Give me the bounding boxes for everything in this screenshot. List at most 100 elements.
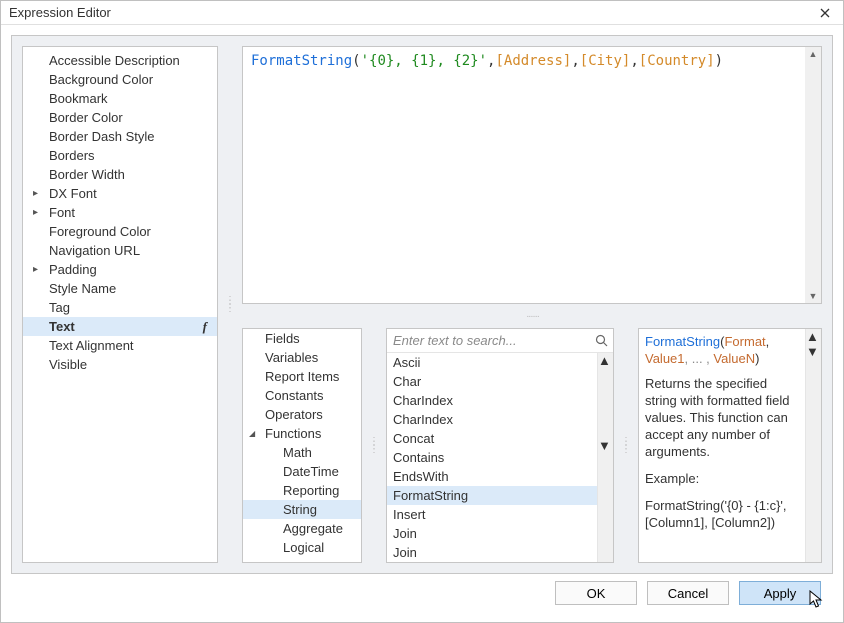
category-item[interactable]: Logical [243,538,361,557]
category-label: Constants [265,388,324,403]
category-item[interactable]: Fields [243,329,361,348]
scroll-up-icon[interactable]: ▲ [806,329,821,344]
window-title: Expression Editor [9,5,815,20]
scroll-up-icon[interactable]: ▲ [805,47,821,61]
function-label: Insert [393,505,426,524]
category-label: Aggregate [283,521,343,536]
function-item[interactable]: Concat [387,429,597,448]
function-item[interactable]: Contains [387,448,597,467]
button-bar: OK Cancel Apply [11,574,833,612]
property-label: Visible [49,355,87,374]
property-item[interactable]: Tag [23,298,217,317]
property-label: Navigation URL [49,241,140,260]
splitter-vertical[interactable]: ⋮⋮⋮ [370,328,378,563]
function-item[interactable]: Ascii [387,353,597,372]
search-row [387,329,613,353]
function-item[interactable]: CharIndex [387,410,597,429]
property-label: Tag [49,298,70,317]
example-label: Example: [645,470,799,487]
description-body: FormatString(Format, Value1, ... , Value… [639,329,805,562]
ok-button[interactable]: OK [555,581,637,605]
property-item[interactable]: ▸DX Font [23,184,217,203]
category-item[interactable]: Report Items [243,367,361,386]
property-label: Border Color [49,108,123,127]
close-button[interactable] [815,3,835,23]
property-item[interactable]: Background Color [23,70,217,89]
property-item[interactable]: Style Name [23,279,217,298]
properties-panel[interactable]: Accessible DescriptionBackground ColorBo… [22,46,218,563]
function-label: Ascii [393,353,420,372]
scroll-thumb[interactable] [598,368,613,438]
category-label: Functions [265,426,321,441]
function-item[interactable]: EndsWith [387,467,597,486]
category-item[interactable]: Aggregate [243,519,361,538]
description-scrollbar[interactable]: ▲ ▼ [805,329,821,562]
functions-scrollbar[interactable]: ▲ ▼ [597,353,613,562]
function-item[interactable]: CharIndex [387,391,597,410]
property-label: Text Alignment [49,336,134,355]
property-item[interactable]: Border Color [23,108,217,127]
chevron-down-icon[interactable]: ◢ [249,424,255,443]
function-item[interactable]: Insert [387,505,597,524]
function-label: Contains [393,448,444,467]
category-label: Report Items [265,369,339,384]
search-button[interactable] [593,333,609,349]
category-item[interactable]: Operators [243,405,361,424]
property-item[interactable]: Text Alignment [23,336,217,355]
function-item[interactable]: Join [387,543,597,562]
property-item[interactable]: Border Dash Style [23,127,217,146]
property-label: Accessible Description [49,51,180,70]
cancel-button[interactable]: Cancel [647,581,729,605]
property-item[interactable]: Border Width [23,165,217,184]
description-panel: FormatString(Format, Value1, ... , Value… [638,328,822,563]
search-icon [595,334,608,347]
apply-button[interactable]: Apply [739,581,821,605]
property-item[interactable]: Bookmark [23,89,217,108]
scroll-down-icon[interactable]: ▼ [598,438,613,453]
search-input[interactable] [391,332,593,349]
function-item[interactable]: Char [387,372,597,391]
function-item[interactable]: FormatString [387,486,597,505]
category-label: Reporting [283,483,339,498]
function-label: Join [393,543,417,562]
property-item[interactable]: Foreground Color [23,222,217,241]
bottom-row: Fields Variables Report Items Constants Oper… [242,328,822,563]
categories-list[interactable]: Fields Variables Report Items Constants Oper… [243,329,361,562]
property-label: Font [49,203,75,222]
function-label: Char [393,372,421,391]
property-label: Borders [49,146,95,165]
chevron-right-icon[interactable]: ▸ [33,184,38,203]
property-item[interactable]: ▸ Font [23,203,217,222]
function-label: FormatString [393,486,468,505]
category-label: Variables [265,350,318,365]
category-item[interactable]: DateTime [243,462,361,481]
scroll-down-icon[interactable]: ▼ [805,289,821,303]
category-item[interactable]: String [243,500,361,519]
function-label: Join [393,524,417,543]
chevron-right-icon[interactable]: ▸ [33,203,38,222]
property-item[interactable]: Navigation URL [23,241,217,260]
property-item[interactable]: Textf [23,317,217,336]
expr-token-fn: FormatString [251,53,352,69]
chevron-right-icon[interactable]: ▸ [33,260,38,279]
functions-list[interactable]: AsciiCharCharIndexCharIndexConcatContain… [387,353,597,562]
splitter-horizontal[interactable]: · · · · · · [242,312,822,320]
category-item[interactable]: Math [243,443,361,462]
function-item[interactable]: Join [387,524,597,543]
splitter-vertical[interactable]: ⋮⋮⋮ [226,46,234,563]
expression-scrollbar[interactable]: ▲ ▼ [805,47,821,303]
property-item[interactable]: ▸Padding [23,260,217,279]
category-item[interactable]: Reporting [243,481,361,500]
category-label: Fields [265,331,300,346]
splitter-vertical[interactable]: ⋮⋮⋮ [622,328,630,563]
property-item[interactable]: Borders [23,146,217,165]
property-item[interactable]: Accessible Description [23,51,217,70]
scroll-up-icon[interactable]: ▲ [598,353,613,368]
category-item[interactable]: Constants [243,386,361,405]
right-stack: FormatString('{0}, {1}, {2}',[Address],[… [242,46,822,563]
expression-text-area[interactable]: FormatString('{0}, {1}, {2}',[Address],[… [243,47,805,303]
property-item[interactable]: Visible [23,355,217,374]
category-item[interactable]: ◢ Functions [243,424,361,443]
scroll-down-icon[interactable]: ▼ [806,344,821,359]
category-item[interactable]: Variables [243,348,361,367]
